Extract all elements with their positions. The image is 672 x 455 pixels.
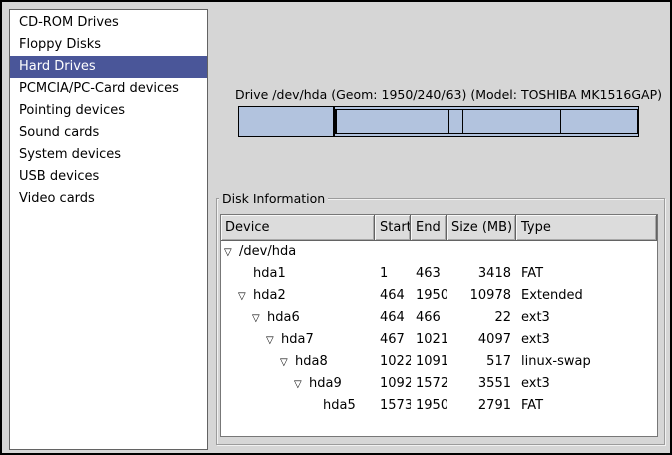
start-cylinder: 1573 (375, 395, 411, 417)
sidebar-item-cd-rom-drives[interactable]: CD-ROM Drives (10, 12, 207, 34)
end-cylinder: 1572 (411, 373, 447, 395)
partition-type: FAT (516, 263, 657, 285)
partition-type: ext3 (516, 373, 657, 395)
partition-type: ext3 (516, 329, 657, 351)
device-name: hda7 (281, 332, 314, 347)
device-name: hda6 (267, 310, 300, 325)
sidebar-item-system-devices[interactable]: System devices (10, 144, 207, 166)
end-cylinder: 463 (411, 263, 447, 285)
expander-icon[interactable]: ▽ (252, 313, 260, 324)
column-header-device[interactable]: Device (221, 215, 375, 241)
bar-segment-hda1 (239, 107, 334, 136)
expander-icon[interactable]: ▽ (294, 379, 302, 390)
table-row-hda8[interactable]: ▽ hda8 10221091517linux-swap (221, 351, 657, 373)
bar-segment-hda8 (449, 110, 463, 133)
hardware-browser-window: CD-ROM DrivesFloppy DisksHard DrivesPCMC… (0, 0, 672, 455)
drive-title: Drive /dev/hda (Geom: 1950/240/63) (Mode… (235, 87, 662, 102)
bar-segment-hda5 (561, 110, 637, 133)
sidebar-item-pointing-devices[interactable]: Pointing devices (10, 100, 207, 122)
column-header-size-mb-[interactable]: Size (MB) (447, 215, 516, 241)
table-body: ▽/dev/hdahda114633418FAT▽hda246419501097… (221, 241, 657, 417)
partition-type: ext3 (516, 307, 657, 329)
size-mb: 4097 (447, 329, 516, 351)
size-mb: 22 (447, 307, 516, 329)
device-name: /dev/hda (239, 244, 296, 259)
size-mb: 10978 (447, 285, 516, 307)
end-cylinder: 1091 (411, 351, 447, 373)
end-cylinder: 1950 (411, 395, 447, 417)
end-cylinder: 466 (411, 307, 447, 329)
partition-type: FAT (516, 395, 657, 417)
table-header-row: DeviceStartEndSize (MB)Type (221, 215, 657, 241)
sidebar-item-hard-drives[interactable]: Hard Drives (10, 56, 207, 78)
partition-type (516, 241, 657, 263)
table-row-hda1[interactable]: hda1 14633418FAT (221, 263, 657, 285)
table-row-hda5[interactable]: hda5 157319502791FAT (221, 395, 657, 417)
sidebar-item-usb-devices[interactable]: USB devices (10, 166, 207, 188)
device-category-list: CD-ROM DrivesFloppy DisksHard DrivesPCMC… (9, 9, 208, 450)
table-row-hda9[interactable]: ▽ hda9 109215723551ext3 (221, 373, 657, 395)
disk-information-table: DeviceStartEndSize (MB)Type ▽ /dev/hda hda… (220, 214, 658, 437)
start-cylinder (375, 241, 411, 263)
bar-segment-hda9 (463, 110, 560, 133)
size-mb: 2791 (447, 395, 516, 417)
expander-icon[interactable]: ▽ (238, 291, 246, 302)
expander-icon[interactable]: ▽ (280, 357, 288, 368)
partition-type: linux-swap (516, 351, 657, 373)
column-header-start[interactable]: Start (375, 215, 411, 241)
sidebar-item-sound-cards[interactable]: Sound cards (10, 122, 207, 144)
sidebar-item-video-cards[interactable]: Video cards (10, 188, 207, 210)
table-row-hda6[interactable]: ▽ hda6 46446622ext3 (221, 307, 657, 329)
end-cylinder: 1021 (411, 329, 447, 351)
size-mb: 517 (447, 351, 516, 373)
device-name: hda8 (295, 354, 328, 369)
size-mb (447, 241, 516, 263)
logical-partition-strip (335, 109, 638, 134)
disk-information-label: Disk Information (219, 191, 328, 206)
start-cylinder: 1092 (375, 373, 411, 395)
partition-bar (238, 106, 639, 137)
start-cylinder: 464 (375, 285, 411, 307)
device-name: hda2 (253, 288, 286, 303)
start-cylinder: 1 (375, 263, 411, 285)
size-mb: 3551 (447, 373, 516, 395)
sidebar-item-floppy-disks[interactable]: Floppy Disks (10, 34, 207, 56)
partition-type: Extended (516, 285, 657, 307)
bar-segment-hda7 (337, 110, 449, 133)
column-header-type[interactable]: Type (516, 215, 657, 241)
device-name: hda9 (309, 376, 342, 391)
table-row--dev-hda[interactable]: ▽ /dev/hda (221, 241, 657, 263)
start-cylinder: 464 (375, 307, 411, 329)
start-cylinder: 1022 (375, 351, 411, 373)
column-header-end[interactable]: End (411, 215, 447, 241)
start-cylinder: 467 (375, 329, 411, 351)
device-name: hda5 (323, 398, 356, 413)
end-cylinder (411, 241, 447, 263)
size-mb: 3418 (447, 263, 516, 285)
expander-icon[interactable]: ▽ (266, 335, 274, 346)
sidebar-item-pcmcia-pc-card-devices[interactable]: PCMCIA/PC-Card devices (10, 78, 207, 100)
table-row-hda7[interactable]: ▽ hda7 46710214097ext3 (221, 329, 657, 351)
expander-icon[interactable]: ▽ (224, 247, 232, 258)
end-cylinder: 1950 (411, 285, 447, 307)
device-name: hda1 (253, 266, 286, 281)
bar-segment-hda2-extended (334, 107, 638, 136)
table-row-hda2[interactable]: ▽ hda2 464195010978Extended (221, 285, 657, 307)
